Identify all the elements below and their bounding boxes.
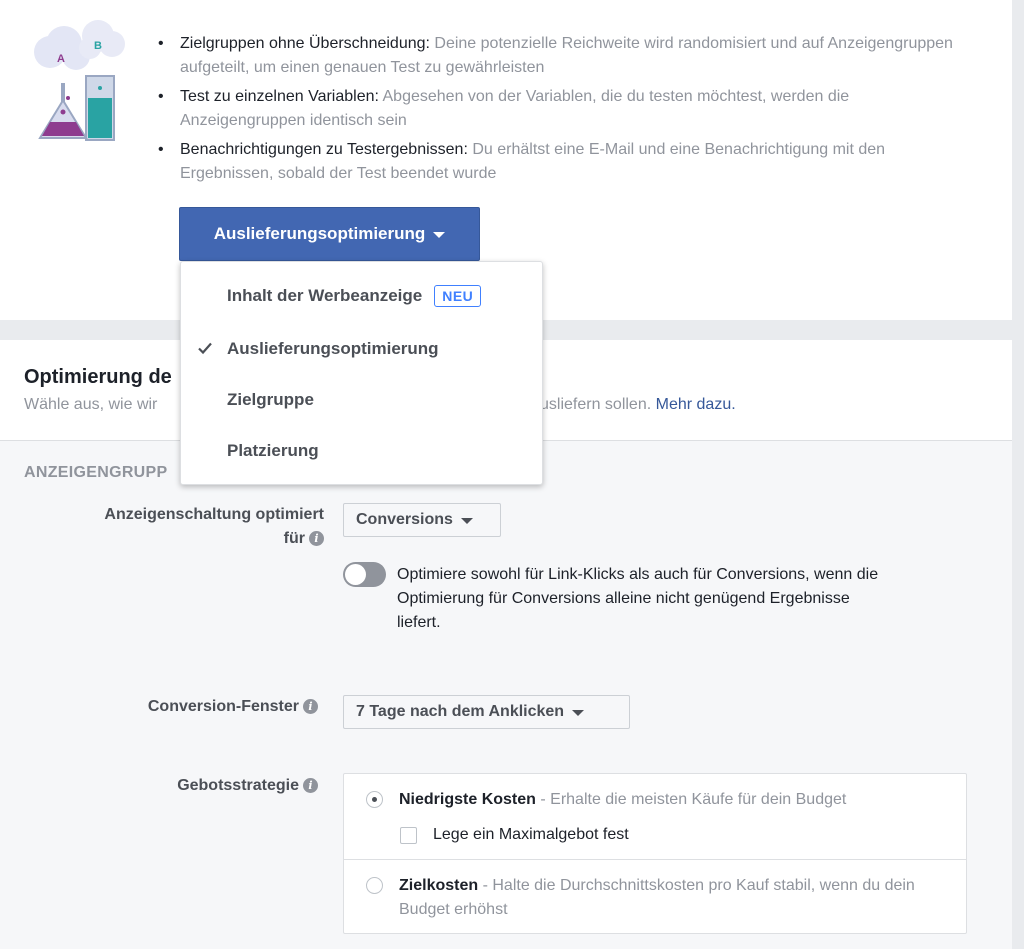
optimization-label: Anzeigenschaltung optimiert für i: [40, 503, 324, 551]
max-bid-label[interactable]: Lege ein Maximalgebot fest: [433, 823, 833, 847]
max-bid-checkbox[interactable]: [400, 827, 417, 844]
label-a: A: [57, 53, 65, 65]
section-subtitle-right: usliefern sollen. Mehr dazu.: [540, 396, 736, 414]
menu-item-label: Inhalt der Werbeanzeige: [227, 286, 423, 305]
benefit-term: Zielgruppen ohne Überschneidung:: [180, 35, 430, 52]
menu-item-label: Auslieferungsoptimierung: [227, 339, 439, 358]
optimization-label-line2-wrap: für i: [40, 527, 324, 551]
section-title: Optimierung de: [24, 366, 172, 388]
test-variable-menu: Inhalt der Werbeanzeige NEU Auslieferung…: [180, 261, 543, 485]
caret-down-icon: [433, 232, 446, 238]
info-icon[interactable]: i: [303, 699, 318, 714]
optimization-label-line2: für: [283, 530, 305, 547]
ab-test-flask-illustration: A B: [34, 20, 125, 141]
label-b: B: [94, 40, 102, 52]
benefit-term: Benachrichtigungen zu Testergebnissen:: [180, 141, 468, 158]
bid-strategy-options: Niedrigste Kosten - Erhalte die meisten …: [343, 773, 967, 934]
menu-item-delivery-optimization[interactable]: Auslieferungsoptimierung: [181, 331, 542, 367]
checkmark-icon: [198, 342, 212, 355]
bid-strategy-label: Gebotsstrategie i: [40, 774, 318, 798]
conversion-window-value: 7 Tage nach dem Anklicken: [356, 703, 565, 720]
menu-item-placement[interactable]: Platzierung: [181, 433, 542, 469]
conversion-window-label: Conversion-Fenster i: [40, 695, 318, 719]
new-badge: NEU: [434, 285, 482, 307]
test-benefits-list: Zielgruppen ohne Überschneidung: Deine p…: [158, 32, 978, 191]
caret-down-icon: [572, 710, 585, 716]
target-cost-option[interactable]: Zielkosten - Halte die Durchschnittskost…: [399, 874, 944, 922]
benefit-item: Test zu einzelnen Variablen: Abgesehen v…: [158, 85, 978, 133]
target-cost-name: Zielkosten: [399, 877, 479, 894]
link-click-fallback-toggle[interactable]: [343, 562, 386, 587]
conversion-window-label-text: Conversion-Fenster: [147, 698, 299, 715]
optimization-label-line1: Anzeigenschaltung optimiert: [104, 506, 324, 523]
benefit-item: Benachrichtigungen zu Testergebnissen: D…: [158, 138, 978, 186]
lowest-cost-radio[interactable]: [366, 791, 383, 808]
ad-set-group-header: ANZEIGENGRUPP: [24, 464, 168, 481]
lowest-cost-option[interactable]: Niedrigste Kosten - Erhalte die meisten …: [399, 788, 959, 812]
radio-selected-dot: [372, 797, 377, 802]
bid-strategy-label-text: Gebotsstrategie: [177, 777, 299, 794]
info-icon[interactable]: i: [303, 778, 318, 793]
toggle-knob: [345, 564, 366, 585]
divider: [344, 859, 966, 860]
toggle-description: Optimiere sowohl für Link-Klicks als auc…: [397, 566, 879, 631]
menu-item-label: Zielgruppe: [227, 390, 314, 409]
lowest-cost-name: Niedrigste Kosten: [399, 791, 536, 808]
test-variable-dropdown-label: Auslieferungsoptimierung: [213, 224, 426, 243]
menu-item-ad-content[interactable]: Inhalt der Werbeanzeige NEU: [181, 278, 542, 314]
info-icon[interactable]: i: [309, 531, 324, 546]
test-variable-dropdown-button[interactable]: Auslieferungsoptimierung: [179, 207, 480, 261]
section-subtitle-tail: usliefern sollen.: [540, 396, 652, 413]
benefit-item: Zielgruppen ohne Überschneidung: Deine p…: [158, 32, 978, 80]
target-cost-radio[interactable]: [366, 877, 383, 894]
optimization-select-value: Conversions: [356, 511, 453, 528]
section-subtitle: Wähle aus, wie wir: [24, 396, 158, 413]
lowest-cost-desc: - Erhalte die meisten Käufe für dein Bud…: [535, 791, 847, 808]
conversion-window-select[interactable]: 7 Tage nach dem Anklicken: [343, 695, 630, 729]
menu-item-label: Platzierung: [227, 441, 319, 460]
learn-more-link[interactable]: Mehr dazu.: [656, 396, 736, 413]
caret-down-icon: [460, 518, 473, 524]
menu-item-audience[interactable]: Zielgruppe: [181, 382, 542, 418]
benefit-term: Test zu einzelnen Variablen:: [180, 88, 379, 105]
optimization-select[interactable]: Conversions: [343, 503, 501, 537]
